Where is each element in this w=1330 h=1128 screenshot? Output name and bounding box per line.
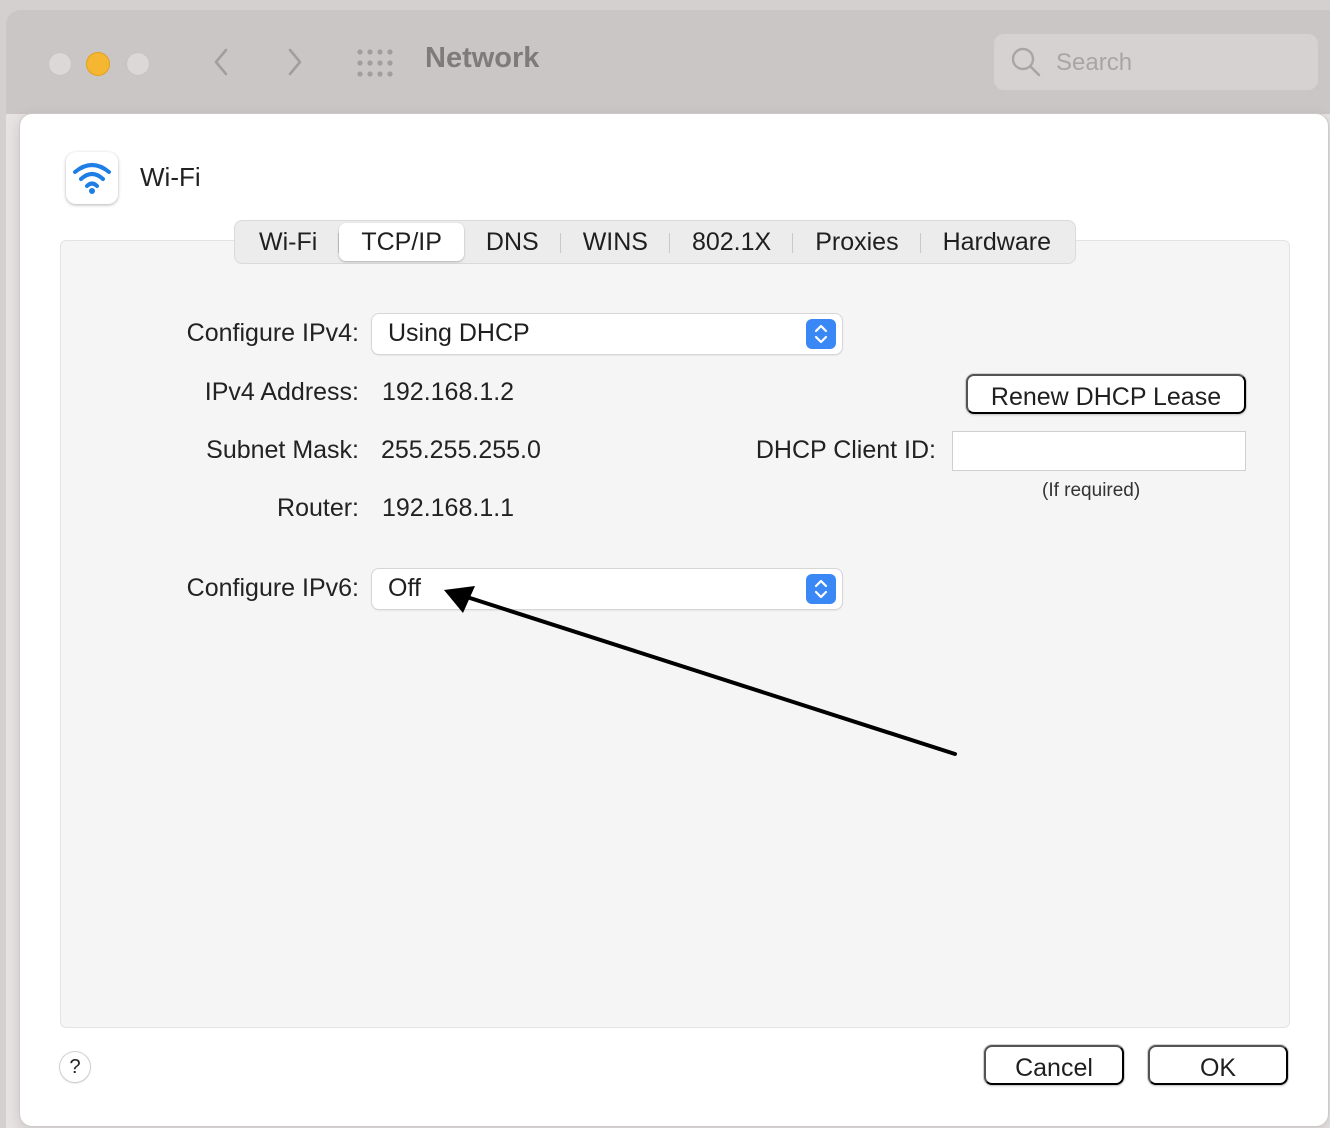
close-window-button[interactable] — [48, 52, 72, 76]
configure-ipv4-label: Configure IPv4: — [186, 319, 359, 347]
updown-chevron-icon — [806, 574, 836, 604]
dhcp-client-id-label: DHCP Client ID: — [755, 436, 936, 464]
configure-ipv6-label: Configure IPv6: — [186, 574, 359, 602]
help-button[interactable]: ? — [60, 1052, 90, 1082]
tab-wins[interactable]: WINS — [561, 223, 671, 261]
ok-button[interactable]: OK — [1148, 1045, 1288, 1085]
forward-button[interactable] — [276, 44, 312, 80]
advanced-settings-sheet: Wi-Fi Wi-Fi TCP/IP DNS WINS 802.1X Proxi… — [20, 114, 1328, 1126]
search-input[interactable] — [1054, 44, 1308, 82]
show-all-grid-icon[interactable] — [356, 48, 396, 78]
tcpip-panel — [60, 240, 1290, 1028]
wifi-service-icon — [66, 152, 118, 204]
search-icon — [1011, 47, 1041, 77]
tab-8021x[interactable]: 802.1X — [670, 223, 794, 261]
ipv4-address-value: 192.168.1.2 — [382, 378, 515, 406]
ipv4-address-label: IPv4 Address: — [204, 378, 359, 406]
wifi-icon — [73, 163, 111, 194]
subnet-mask-value: 255.255.255.0 — [381, 436, 541, 464]
dhcp-client-id-hint: (If required) — [1042, 480, 1141, 501]
configure-ipv6-popup[interactable]: Off — [372, 569, 842, 609]
window-title: Network — [425, 42, 540, 74]
zoom-window-button[interactable] — [126, 52, 150, 76]
settings-tabs: Wi-Fi TCP/IP DNS WINS 802.1X Proxies Har… — [234, 220, 1076, 264]
router-label: Router: — [277, 494, 359, 522]
tab-dns[interactable]: DNS — [464, 223, 561, 261]
renew-dhcp-lease-button[interactable]: Renew DHCP Lease — [966, 374, 1246, 414]
tab-tcpip[interactable]: TCP/IP — [339, 223, 464, 261]
updown-chevron-icon — [806, 319, 836, 349]
tab-hardware[interactable]: Hardware — [921, 223, 1073, 261]
configure-ipv4-popup[interactable]: Using DHCP — [372, 314, 842, 354]
chevron-right-icon — [288, 48, 302, 76]
dhcp-client-id-field[interactable] — [952, 431, 1246, 471]
search-field[interactable] — [994, 34, 1318, 90]
tab-wifi[interactable]: Wi-Fi — [237, 223, 340, 261]
chevron-left-icon — [214, 48, 228, 76]
cancel-button[interactable]: Cancel — [984, 1045, 1124, 1085]
minimize-window-button[interactable] — [86, 52, 110, 76]
tab-proxies[interactable]: Proxies — [793, 223, 921, 261]
configure-ipv6-value: Off — [388, 574, 421, 602]
router-value: 192.168.1.1 — [382, 494, 515, 522]
configure-ipv4-value: Using DHCP — [388, 319, 530, 347]
sheet-title: Wi-Fi — [140, 162, 201, 192]
title-bar: Network — [6, 10, 1330, 114]
subnet-mask-label: Subnet Mask: — [206, 436, 359, 464]
back-button[interactable] — [204, 44, 240, 80]
